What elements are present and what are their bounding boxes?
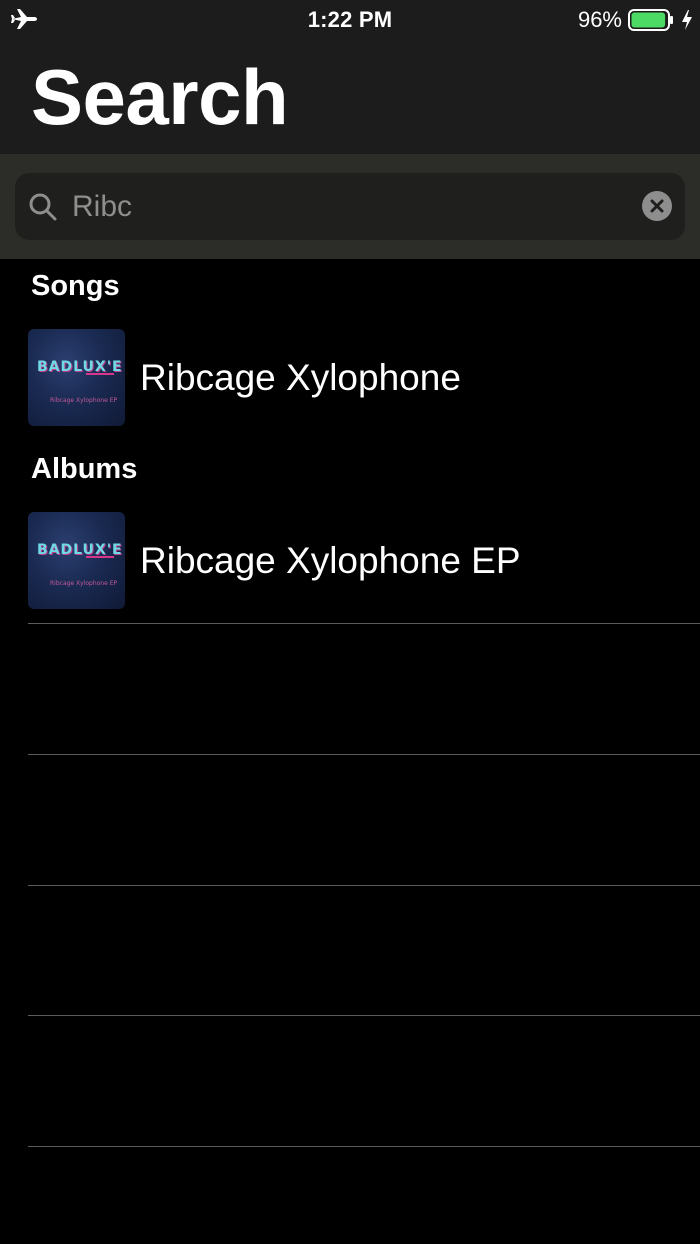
search-area: [0, 154, 700, 259]
search-field[interactable]: [15, 173, 685, 240]
album-artwork: BADLUX'E Ribcage Xylophone EP: [28, 512, 125, 609]
song-artwork: BADLUX'E Ribcage Xylophone EP: [28, 329, 125, 426]
album-result-row[interactable]: BADLUX'E Ribcage Xylophone EP Ribcage Xy…: [28, 512, 700, 609]
list-divider: [28, 885, 700, 886]
song-result-row[interactable]: BADLUX'E Ribcage Xylophone EP Ribcage Xy…: [28, 329, 700, 426]
search-input[interactable]: [72, 173, 612, 240]
page-title: Search: [31, 53, 289, 141]
status-bar: 1:22 PM 96%: [0, 0, 700, 40]
list-divider: [28, 1146, 700, 1147]
section-header-albums: Albums: [31, 453, 138, 485]
charging-bolt-icon: [682, 10, 692, 30]
artwork-mark: [86, 556, 114, 558]
clear-search-button[interactable]: [642, 191, 672, 221]
battery-icon: [628, 9, 673, 31]
album-title: Ribcage Xylophone EP: [140, 540, 521, 581]
list-divider: [28, 754, 700, 755]
artwork-caption: Ribcage Xylophone EP: [50, 397, 118, 404]
clear-icon: [650, 199, 664, 213]
song-title: Ribcage Xylophone: [140, 357, 461, 398]
nav-header: Search: [0, 40, 700, 154]
search-icon: [29, 193, 57, 221]
list-divider: [28, 623, 700, 624]
artwork-mark: [86, 373, 114, 375]
list-divider: [28, 1015, 700, 1016]
artwork-caption: Ribcage Xylophone EP: [50, 580, 118, 587]
section-header-songs: Songs: [31, 270, 120, 302]
battery-percent: 96%: [577, 7, 622, 32]
